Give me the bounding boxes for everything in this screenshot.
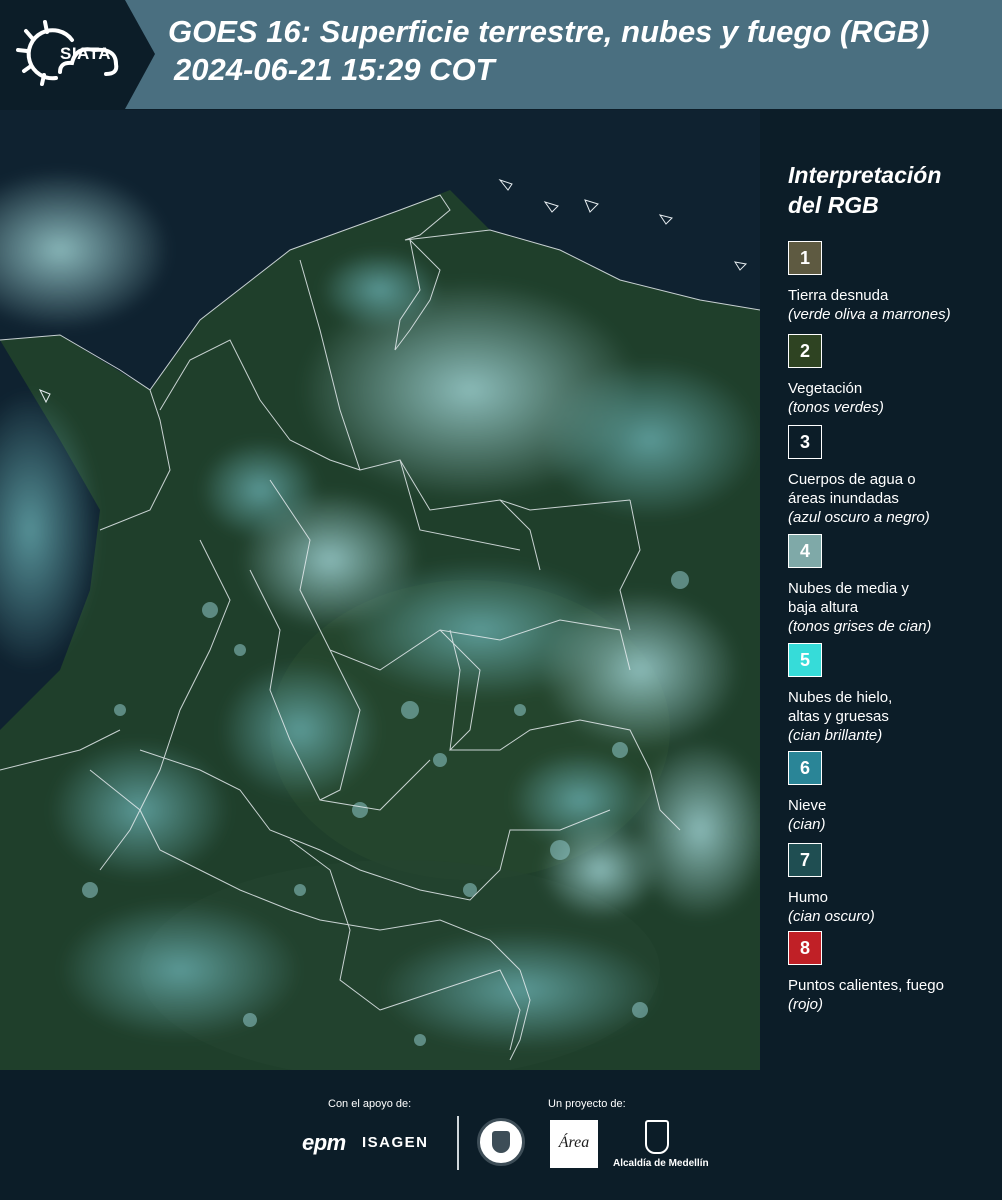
siata-logo: SIATA: [0, 0, 155, 109]
legend-swatch: 8: [788, 931, 822, 965]
satellite-image: [0, 110, 760, 1070]
header-bar: SIATA GOES 16: Superficie terrestre, nub…: [0, 0, 1002, 109]
legend-sub: (cian brillante): [788, 727, 883, 744]
legend-swatch: 5: [788, 643, 822, 677]
legend-sub: (tonos grises de cian): [788, 618, 932, 635]
legend-title-line1: Interpretación: [788, 162, 942, 188]
legend-label-line: baja altura: [788, 599, 859, 616]
legend-title: Interpretación del RGB: [788, 160, 996, 220]
legend-item-puntos-calientes: 8 Puntos calientes, fuego (rojo): [788, 931, 993, 1014]
footer-divider: [457, 1116, 459, 1170]
legend-item-vegetacion: 2 Vegetación (tonos verdes): [788, 334, 993, 417]
legend-label-line: áreas inundadas: [788, 490, 899, 507]
legend-item-cuerpos-de-agua: 3 Cuerpos de agua o áreas inundadas (azu…: [788, 425, 993, 527]
timestamp: 2024-06-21 15:29 COT: [174, 52, 495, 87]
page-title: GOES 16: Superficie terrestre, nubes y f…: [168, 14, 930, 49]
legend-label: Nubes de media y baja altura: [788, 579, 988, 617]
area-metropolitana-text: Área: [558, 1134, 590, 1151]
footer: Con el apoyo de: Un proyecto de: epm ISA…: [0, 1070, 1002, 1200]
legend-item-humo: 7 Humo (cian oscuro): [788, 843, 993, 926]
legend-label-line: Cuerpos de agua o: [788, 471, 916, 488]
legend-label-line: altas y gruesas: [788, 708, 889, 725]
legend-item-nieve: 6 Nieve (cian): [788, 751, 993, 834]
legend-sub: (azul oscuro a negro): [788, 509, 930, 526]
legend-label-line: Nubes de media y: [788, 580, 909, 597]
legend-label: Cuerpos de agua o áreas inundadas: [788, 470, 988, 508]
medellin-shield-icon: [645, 1120, 669, 1154]
legend-item-nubes-media-baja: 4 Nubes de media y baja altura (tonos gr…: [788, 534, 993, 636]
legend-item-nubes-de-hielo: 5 Nubes de hielo, altas y gruesas (cian …: [788, 643, 993, 745]
legend-sub: (verde oliva a marrones): [788, 306, 951, 323]
legend-sub: (cian oscuro): [788, 908, 875, 925]
legend-swatch: 6: [788, 751, 822, 785]
medellin-logo-text: Alcaldía de Medellín: [613, 1158, 709, 1169]
legend-swatch: 2: [788, 334, 822, 368]
epm-logo: epm: [302, 1130, 346, 1155]
legend-label: Nieve: [788, 797, 827, 814]
legend-label-line: Nubes de hielo,: [788, 689, 893, 706]
legend-label: Puntos calientes, fuego: [788, 977, 944, 994]
logo-text: SIATA: [60, 44, 111, 63]
legend-label: Humo: [788, 889, 829, 906]
legend-sub: (tonos verdes): [788, 399, 884, 416]
legend-sub: (rojo): [788, 996, 824, 1013]
legend-label: Vegetación: [788, 380, 863, 397]
satellite-map: [0, 110, 760, 1070]
legend-swatch: 4: [788, 534, 822, 568]
legend-label: Tierra desnuda: [788, 287, 889, 304]
legend-title-line2: del RGB: [788, 192, 879, 218]
legend-label: Nubes de hielo, altas y gruesas: [788, 688, 988, 726]
university-seal-icon: [477, 1118, 525, 1166]
legend-swatch: 7: [788, 843, 822, 877]
legend-sub: (cian): [788, 816, 826, 833]
isagen-logo: ISAGEN: [362, 1134, 429, 1151]
legend-panel: Interpretación del RGB 1 Tierra desnuda …: [776, 160, 996, 1013]
legend-swatch: 3: [788, 425, 822, 459]
legend-swatch: 1: [788, 241, 822, 275]
legend-item-tierra-desnuda: 1 Tierra desnuda (verde oliva a marrones…: [788, 241, 993, 324]
project-caption: Un proyecto de:: [548, 1098, 626, 1110]
support-caption: Con el apoyo de:: [328, 1098, 412, 1110]
